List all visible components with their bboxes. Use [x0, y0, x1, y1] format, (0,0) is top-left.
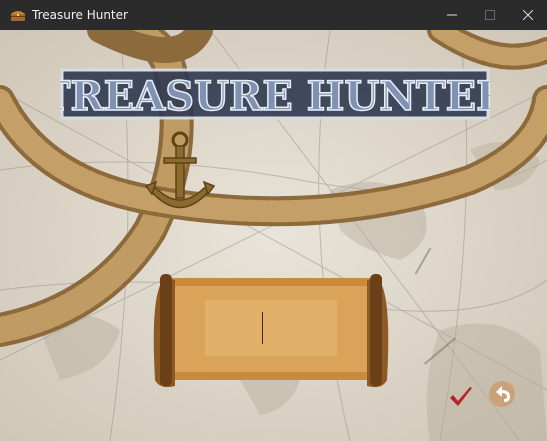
treasure-chest-icon [11, 11, 25, 21]
title-bar[interactable]: Treasure Hunter [0, 0, 547, 30]
text-caret [262, 312, 263, 344]
logo-text: TREASURE HUNTER [60, 73, 490, 120]
maximize-button[interactable] [471, 0, 509, 30]
close-button[interactable] [509, 0, 547, 30]
maximize-icon [485, 10, 495, 20]
game-screen: TREASURE HUNTER [0, 30, 547, 441]
game-logo: TREASURE HUNTER [40, 66, 511, 122]
confirm-button[interactable] [448, 384, 474, 410]
window-controls [433, 0, 547, 30]
logo-plate: TREASURE HUNTER [40, 68, 511, 121]
checkmark-icon [450, 387, 472, 406]
undo-arrow-icon [489, 381, 515, 407]
app-window: Treasure Hunter TREASURE HUNTER [0, 0, 547, 441]
minimize-icon [447, 14, 457, 16]
window-title: Treasure Hunter [32, 8, 128, 22]
back-button[interactable] [488, 380, 516, 408]
minimize-button[interactable] [433, 0, 471, 30]
close-icon [523, 10, 533, 20]
name-input[interactable] [214, 312, 318, 346]
